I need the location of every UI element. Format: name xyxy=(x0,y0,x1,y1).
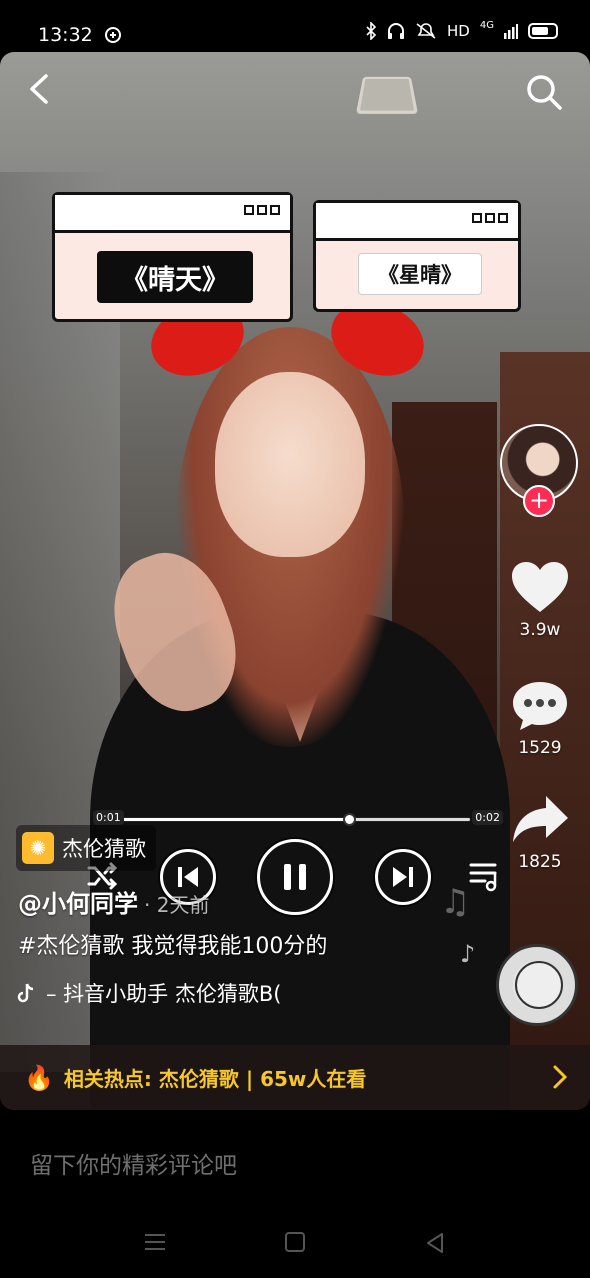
home-icon[interactable] xyxy=(285,1232,305,1252)
tiktok-status-icon xyxy=(105,27,121,43)
topic-tag-icon: ✺ xyxy=(22,832,54,864)
share-count: 1825 xyxy=(518,852,562,872)
song-box-left: 《晴天》 xyxy=(52,192,293,322)
share-icon xyxy=(513,796,568,842)
nav-back-icon[interactable] xyxy=(424,1232,446,1254)
progress-track[interactable] xyxy=(123,813,471,826)
status-bar: 13:32 HD 4G xyxy=(0,0,590,52)
ceiling-vent xyxy=(355,76,419,114)
comment-input[interactable]: 留下你的精彩评论吧 xyxy=(30,1146,237,1180)
menu-icon[interactable] xyxy=(144,1232,166,1252)
next-icon xyxy=(393,867,413,887)
video-caption[interactable]: #杰伦猜歌 我觉得我能100分的 xyxy=(18,928,327,960)
song-title-right: 《星晴》 xyxy=(358,253,482,295)
comment-button[interactable]: 1529 xyxy=(506,678,574,758)
author-name[interactable]: @小何同学 xyxy=(18,890,138,918)
tiktok-note-icon xyxy=(17,983,34,1003)
music-note-icon: ♪ xyxy=(460,940,476,968)
system-nav-bar xyxy=(0,1210,590,1278)
author-name-row[interactable]: @小何同学 · 2天前 xyxy=(18,884,209,919)
network-type: HD xyxy=(447,22,470,40)
share-button[interactable]: 1825 xyxy=(506,792,574,872)
video-player[interactable]: 《晴天》 《星晴》 0:01 0:02 + 3.9w 1529 1825 ♫ ♪… xyxy=(0,52,590,1110)
music-disc[interactable] xyxy=(496,944,578,1026)
song-box-right: 《星晴》 xyxy=(313,200,521,312)
mute-icon xyxy=(416,23,436,39)
post-time: · 2天前 xyxy=(144,893,210,917)
playlist-icon[interactable] xyxy=(468,859,500,893)
like-count: 3.9w xyxy=(519,620,561,640)
heart-icon xyxy=(512,562,568,612)
like-button[interactable]: 3.9w xyxy=(506,560,574,640)
headphones-icon xyxy=(388,23,405,39)
chevron-right-icon xyxy=(553,1065,568,1089)
follow-button[interactable]: + xyxy=(523,485,555,517)
search-icon[interactable] xyxy=(524,72,564,112)
music-note-icon: ♫ xyxy=(440,882,471,922)
next-button[interactable] xyxy=(375,849,431,905)
comment-input-bar[interactable]: 留下你的精彩评论吧 xyxy=(0,1110,590,1210)
pause-icon xyxy=(284,864,306,890)
battery-icon xyxy=(528,23,558,39)
song-box-titlebar xyxy=(55,195,290,233)
elapsed-time: 0:01 xyxy=(93,810,124,825)
status-right: HD 4G xyxy=(365,19,558,40)
song-box-titlebar xyxy=(316,203,518,241)
status-time: 13:32 xyxy=(38,24,93,46)
comment-count: 1529 xyxy=(518,738,562,758)
song-title-left: 《晴天》 xyxy=(97,251,253,303)
topic-tag-label: 杰伦猜歌 xyxy=(62,837,146,861)
music-info[interactable]: – 抖音小助手 杰伦猜歌B( xyxy=(16,978,316,1008)
video-person-face xyxy=(215,372,365,557)
signal-icon xyxy=(504,24,518,39)
bluetooth-icon xyxy=(366,22,377,40)
signal-strength: 4G xyxy=(479,19,494,31)
hot-topic-bar[interactable]: 🔥 相关热点: 杰伦猜歌 | 65w人在看 xyxy=(0,1045,590,1110)
topic-tag[interactable]: ✺ 杰伦猜歌 xyxy=(16,825,156,871)
total-time: 0:02 xyxy=(472,810,503,825)
fire-icon: 🔥 xyxy=(24,1063,54,1092)
progress-fill xyxy=(124,818,349,821)
disc-cover-art xyxy=(515,961,563,1009)
hot-topic-text: 相关热点: 杰伦猜歌 | 65w人在看 xyxy=(63,1067,367,1091)
music-title: – 抖音小助手 杰伦猜歌B( xyxy=(46,982,282,1006)
pause-button[interactable] xyxy=(257,839,333,915)
progress-knob[interactable] xyxy=(342,813,356,826)
back-icon[interactable] xyxy=(24,72,58,106)
comment-icon xyxy=(513,682,567,730)
